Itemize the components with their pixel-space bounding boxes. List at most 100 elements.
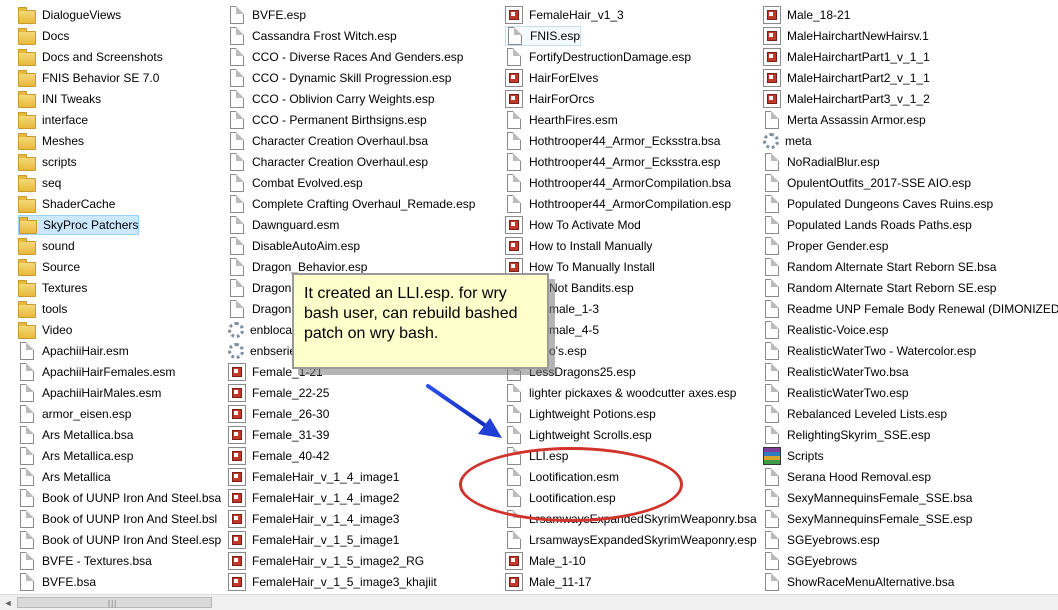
file-item[interactable]: FemaleHair_v_1_5_image2_RG — [228, 551, 424, 571]
file-item[interactable]: DisableAutoAim.esp — [228, 236, 360, 256]
file-item[interactable]: RelightingSkyrim_SSE.esp — [763, 425, 930, 445]
file-item[interactable]: Populated Lands Roads Paths.esp — [763, 215, 972, 235]
file-item[interactable]: Book of UUNP Iron And Steel.bsl — [18, 509, 217, 529]
file-item[interactable]: Female_40-42 — [228, 446, 329, 466]
file-item[interactable]: Female_26-30 — [228, 404, 329, 424]
file-item[interactable]: enbserie — [228, 341, 296, 361]
file-item[interactable]: Cassandra Frost Witch.esp — [228, 26, 397, 46]
file-item[interactable]: Book of UUNP Iron And Steel.esp — [18, 530, 221, 550]
file-list-pane[interactable]: DialogueViews Docs Docs and Screenshots FNI… — [0, 0, 1058, 594]
file-item[interactable]: Female_22-25 — [228, 383, 329, 403]
file-item[interactable]: How To Activate Mod — [505, 215, 641, 235]
file-item[interactable]: MaleHairchartPart3_v_1_2 — [763, 89, 930, 109]
file-item[interactable]: Male_18-21 — [763, 5, 850, 25]
file-item[interactable]: seq — [18, 173, 61, 193]
file-item[interactable]: Video — [18, 320, 72, 340]
file-item[interactable]: sound — [18, 236, 75, 256]
file-item[interactable]: Male_11-17 — [505, 572, 591, 592]
file-item[interactable]: FemaleHair_v_1_4_image2 — [228, 488, 399, 508]
file-item[interactable]: OpulentOutfits_2017-SSE AIO.esp — [763, 173, 971, 193]
file-item[interactable]: Textures — [18, 278, 87, 298]
file-item[interactable]: ShowRaceMenuAlternative.bsa — [763, 572, 954, 592]
file-item[interactable]: Realistic-Voice.esp — [763, 320, 888, 340]
file-item[interactable]: Combat Evolved.esp — [228, 173, 363, 193]
file-item[interactable]: Lightweight Scrolls.esp — [505, 425, 652, 445]
file-item[interactable]: Random Alternate Start Reborn SE.esp — [763, 278, 996, 298]
file-item[interactable]: FortifyDestructionDamage.esp — [505, 47, 691, 67]
file-item[interactable]: Ars Metallica.bsa — [18, 425, 133, 445]
file-item[interactable]: Hothtrooper44_Armor_Ecksstra.bsa — [505, 131, 720, 151]
file-item[interactable]: FNIS.esp — [505, 26, 582, 46]
file-item[interactable]: tools — [18, 299, 67, 319]
file-item[interactable]: HearthFires.esm — [505, 110, 618, 130]
file-item[interactable]: Hothtrooper44_Armor_Ecksstra.esp — [505, 152, 720, 172]
file-item[interactable]: Hothtrooper44_ArmorCompilation.esp — [505, 194, 731, 214]
file-item[interactable]: Female_31-39 — [228, 425, 329, 445]
file-item[interactable]: SGEyebrows.esp — [763, 530, 880, 550]
file-item[interactable]: Ars Metallica — [18, 467, 111, 487]
file-item[interactable]: FemaleHair_v_1_5_image1 — [228, 530, 399, 550]
file-item[interactable]: Complete Crafting Overhaul_Remade.esp — [228, 194, 475, 214]
file-item[interactable]: Readme UNP Female Body Renewal (DIMONIZE… — [763, 299, 1058, 319]
file-item[interactable]: HairForElves — [505, 68, 598, 88]
horizontal-scrollbar[interactable]: ◄ ||| — [0, 594, 1058, 610]
file-item[interactable]: SkyProc Patchers — [18, 215, 140, 235]
file-item[interactable]: RealisticWaterTwo.esp — [763, 383, 909, 403]
file-item[interactable]: ApachiiHairFemales.esm — [18, 362, 175, 382]
file-item[interactable]: ShaderCache — [18, 194, 115, 214]
file-item[interactable]: Source — [18, 257, 80, 277]
file-item[interactable]: Merta Assassin Armor.esp — [763, 110, 926, 130]
file-item[interactable]: RealisticWaterTwo.bsa — [763, 362, 909, 382]
file-item[interactable]: MaleHairchartPart2_v_1_1 — [763, 68, 930, 88]
file-item[interactable]: Dragonb — [228, 278, 298, 298]
file-item[interactable]: SexyMannequinsFemale_SSE.esp — [763, 509, 972, 529]
file-item[interactable]: Dragonb — [228, 299, 298, 319]
file-item[interactable]: Random Alternate Start Reborn SE.bsa — [763, 257, 996, 277]
file-item[interactable]: Meshes — [18, 131, 84, 151]
file-item[interactable]: FemaleHair_v_1_4_image3 — [228, 509, 399, 529]
file-item[interactable]: Book of UUNP Iron And Steel.bsa — [18, 488, 221, 508]
file-item[interactable]: BVFE.esp — [228, 5, 306, 25]
file-item[interactable]: Ars Metallica.esp — [18, 446, 133, 466]
file-item[interactable]: BVFE.bsa — [18, 572, 96, 592]
file-item[interactable]: Dawnguard.esm — [228, 215, 339, 235]
file-item[interactable]: Hothtrooper44_ArmorCompilation.bsa — [505, 173, 731, 193]
scrollbar-thumb[interactable]: ||| — [17, 597, 212, 608]
file-item[interactable]: CCO - Diverse Races And Genders.esp — [228, 47, 463, 67]
file-item[interactable]: FemaleHair_v1_3 — [505, 5, 624, 25]
file-item[interactable]: scripts — [18, 152, 77, 172]
file-item[interactable]: Populated Dungeons Caves Ruins.esp — [763, 194, 993, 214]
file-item[interactable]: How to Install Manually — [505, 236, 652, 256]
file-item[interactable]: CCO - Oblivion Carry Weights.esp — [228, 89, 435, 109]
file-item[interactable]: SexyMannequinsFemale_SSE.bsa — [763, 488, 972, 508]
file-item[interactable]: Scripts — [763, 446, 824, 466]
file-item[interactable]: FemaleHair_v_1_4_image1 — [228, 467, 399, 487]
file-item[interactable]: INI Tweaks — [18, 89, 101, 109]
file-item[interactable]: HairForOrcs — [505, 89, 594, 109]
file-item[interactable]: Proper Gender.esp — [763, 236, 888, 256]
file-item[interactable]: meta — [763, 131, 812, 151]
file-item[interactable]: Serana Hood Removal.esp — [763, 467, 931, 487]
file-item[interactable]: enbloca — [228, 320, 292, 340]
file-item[interactable]: CCO - Dynamic Skill Progression.esp — [228, 68, 451, 88]
file-item[interactable]: Lightweight Potions.esp — [505, 404, 656, 424]
file-item[interactable]: ApachiiHairMales.esm — [18, 383, 161, 403]
file-item[interactable]: DialogueViews — [18, 5, 121, 25]
file-item[interactable]: RealisticWaterTwo - Watercolor.esp — [763, 341, 976, 361]
file-item[interactable]: LrsamwaysExpandedSkyrimWeaponry.esp — [505, 530, 757, 550]
file-item[interactable]: CCO - Permanent Birthsigns.esp — [228, 110, 427, 130]
file-item[interactable]: MaleHairchartNewHairsv.1 — [763, 26, 929, 46]
file-item[interactable]: Rebalanced Leveled Lists.esp — [763, 404, 947, 424]
file-item[interactable]: Docs and Screenshots — [18, 47, 163, 67]
file-item[interactable]: FemaleHair_v_1_5_image3_khajiit — [228, 572, 437, 592]
scroll-left-arrow-icon[interactable]: ◄ — [0, 595, 16, 610]
file-item[interactable]: MaleHairchartPart1_v_1_1 — [763, 47, 930, 67]
file-item[interactable]: Character Creation Overhaul.bsa — [228, 131, 428, 151]
file-item[interactable]: BVFE - Textures.bsa — [18, 551, 152, 571]
file-item[interactable]: lighter pickaxes & woodcutter axes.esp — [505, 383, 736, 403]
file-item[interactable]: ApachiiHair.esm — [18, 341, 129, 361]
file-item[interactable]: SGEyebrows — [763, 551, 857, 571]
file-item[interactable]: Male_1-10 — [505, 551, 586, 571]
file-item[interactable]: NoRadialBlur.esp — [763, 152, 880, 172]
file-item[interactable]: Docs — [18, 26, 69, 46]
